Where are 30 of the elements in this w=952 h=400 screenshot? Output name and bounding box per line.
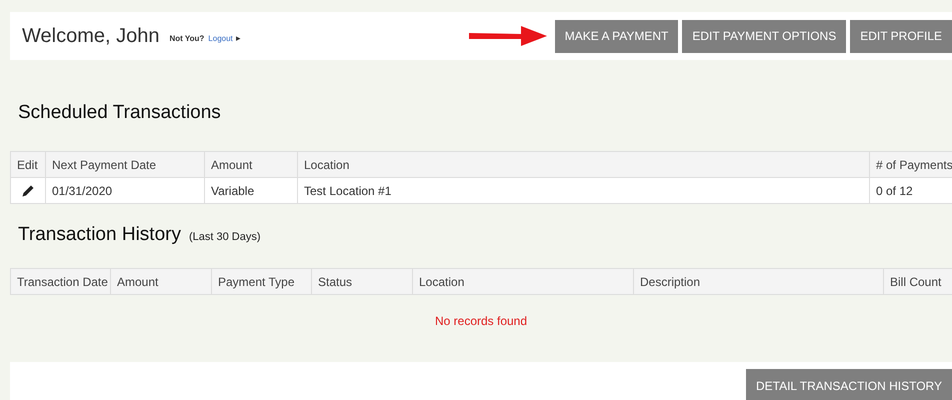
column-header: Location xyxy=(412,268,634,294)
table-cell: Variable xyxy=(204,178,298,204)
column-header: Amount xyxy=(110,268,212,294)
empty-message: No records found xyxy=(434,314,528,328)
column-header: Description xyxy=(634,268,884,294)
nav-button[interactable]: MAKE A PAYMENT xyxy=(554,20,678,52)
logout-link[interactable]: Logout xyxy=(208,34,233,42)
section-heading: Scheduled Transactions xyxy=(18,102,222,124)
date-range-note: (Last 30 Days) xyxy=(188,231,260,243)
column-header: Edit xyxy=(10,152,46,178)
pencil-icon[interactable] xyxy=(22,184,34,196)
column-header: Status xyxy=(312,268,412,294)
column-header: Location xyxy=(298,152,870,178)
column-header: Bill Count xyxy=(884,268,952,294)
logout-arrow: ▸ xyxy=(236,33,241,43)
welcome-heading: Welcome, John xyxy=(22,24,160,48)
column-header: Next Payment Date xyxy=(46,152,204,178)
table-cell: Test Location #1 xyxy=(298,178,870,204)
column-header: Payment Type xyxy=(212,268,312,294)
nav-button[interactable]: EDIT PAYMENT OPTIONS xyxy=(682,20,846,52)
column-header: Amount xyxy=(204,152,298,178)
column-header: Transaction Date xyxy=(10,268,110,294)
column-header: # of Payments xyxy=(870,152,952,178)
not-you-label: Not You? xyxy=(169,34,204,42)
table-cell: 0 of 12 xyxy=(870,178,952,204)
edit-cell[interactable] xyxy=(10,178,46,204)
detail-history-button[interactable]: DETAIL TRANSACTION HISTORY xyxy=(746,369,952,400)
nav-button[interactable]: EDIT PROFILE xyxy=(850,20,952,52)
table-cell: 01/31/2020 xyxy=(46,178,204,204)
section-heading: Transaction History xyxy=(18,224,181,246)
